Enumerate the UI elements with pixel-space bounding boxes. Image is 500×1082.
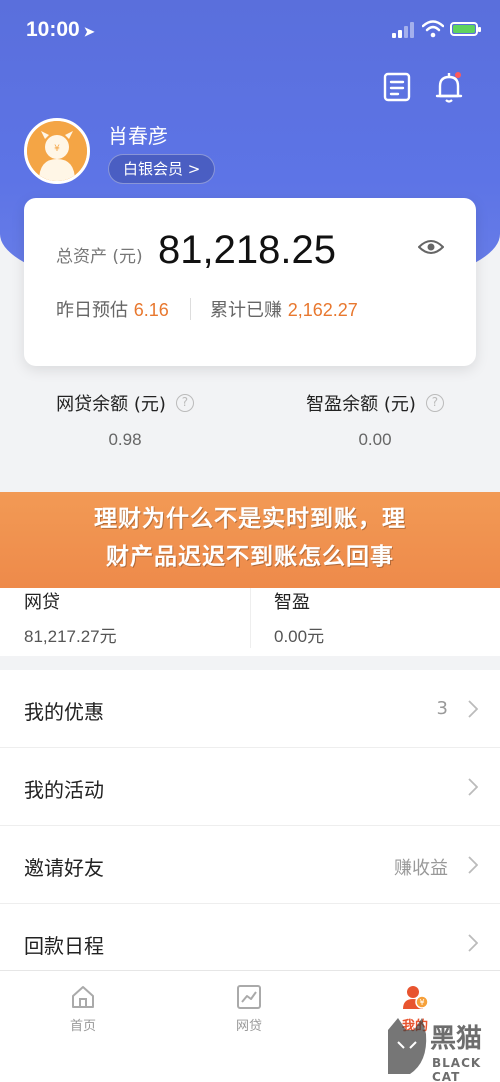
p2p-balance-label: 网贷余额 (元) <box>56 394 166 415</box>
total-assets-label: 总资产 (元) <box>56 247 143 267</box>
menu-item-label: 邀请好友 <box>24 856 104 880</box>
location-arrow-icon: ➤ <box>83 24 95 39</box>
product-p2p-value: 81,217.27元 <box>24 627 117 646</box>
promo-banner[interactable]: 理财为什么不是实时到账，理 财产品迟迟不到账怎么回事 <box>0 492 500 588</box>
status-bar: 10:00 ➤ <box>0 0 500 60</box>
user-name: 肖春彦 <box>108 124 168 148</box>
yesterday-estimate-label: 昨日预估 <box>56 300 128 321</box>
home-icon <box>72 986 94 1008</box>
product-card: 网贷 81,217.27元 智盈 0.00元 <box>0 588 500 656</box>
p2p-balance[interactable]: 网贷余额 (元)? 0.98 <box>0 390 250 450</box>
user-icon: ¥ <box>403 986 429 1009</box>
menu-item-label: 我的优惠 <box>24 700 104 724</box>
menu-item-label: 我的活动 <box>24 778 104 802</box>
menu-item-label: 回款日程 <box>24 934 104 958</box>
status-time-text: 10:00 <box>26 18 80 41</box>
chevron-right-icon <box>468 856 478 874</box>
tab-p2p[interactable]: 网贷 <box>166 983 332 1034</box>
avatar[interactable]: ¥ <box>24 118 90 184</box>
asset-card: 总资产 (元) 81,218.25 昨日预估 6.16 累计已赚 2,162.2… <box>24 198 476 366</box>
menu-item-value: 3 <box>436 698 448 719</box>
p2p-balance-value: 0.98 <box>108 430 142 449</box>
wifi-icon <box>422 20 444 38</box>
product-smart[interactable]: 智盈 0.00元 <box>250 588 500 656</box>
menu-item-invite[interactable]: 邀请好友 赚收益 <box>0 826 500 904</box>
chart-icon <box>237 985 261 1009</box>
cellular-signal-icon <box>392 22 416 38</box>
yesterday-estimate: 昨日预估 6.16 <box>56 296 169 322</box>
total-earned: 累计已赚 2,162.27 <box>210 296 358 322</box>
member-level-badge[interactable]: 白银会员 > <box>108 154 216 184</box>
balance-section: 网贷余额 (元)? 0.98 智盈余额 (元)? 0.00 <box>0 390 500 480</box>
tab-p2p-label: 网贷 <box>235 1019 262 1034</box>
product-smart-name: 智盈 <box>274 592 310 613</box>
svg-text:¥: ¥ <box>419 998 424 1007</box>
smart-balance-value: 0.00 <box>358 430 392 449</box>
chevron-right-icon <box>468 700 478 718</box>
menu-item-coupons[interactable]: 我的优惠 3 <box>0 670 500 748</box>
product-p2p-name: 网贷 <box>24 592 60 613</box>
yesterday-estimate-value: 6.16 <box>133 300 169 320</box>
total-assets-value: 81,218.25 <box>158 228 336 272</box>
bell-icon[interactable] <box>434 70 464 104</box>
product-smart-value: 0.00元 <box>274 627 325 646</box>
eye-icon[interactable] <box>418 238 444 256</box>
watermark-subtext: BLACK CAT <box>432 1056 482 1082</box>
promo-banner-line2: 财产品迟迟不到账怎么回事 <box>106 544 394 570</box>
status-time: 10:00 ➤ <box>26 18 95 42</box>
product-p2p[interactable]: 网贷 81,217.27元 <box>0 588 250 656</box>
smart-balance[interactable]: 智盈余额 (元)? 0.00 <box>250 390 500 450</box>
menu-item-value: 赚收益 <box>394 858 448 879</box>
chevron-right-icon <box>468 934 478 952</box>
help-icon[interactable]: ? <box>425 394 444 412</box>
chevron-right-icon <box>468 778 478 796</box>
bill-list-icon[interactable] <box>382 70 412 104</box>
divider <box>190 298 191 320</box>
tab-home[interactable]: 首页 <box>0 983 166 1034</box>
watermark-text: 黑猫 <box>430 1024 483 1054</box>
help-icon[interactable]: ? <box>175 394 194 412</box>
menu-item-activities[interactable]: 我的活动 <box>0 748 500 826</box>
smart-balance-label: 智盈余额 (元) <box>306 394 416 415</box>
promo-banner-line1: 理财为什么不是实时到账，理 <box>94 506 406 532</box>
tab-home-label: 首页 <box>69 1019 96 1034</box>
avatar-face-icon: ¥ <box>27 121 87 181</box>
menu-list: 我的优惠 3 我的活动 邀请好友 赚收益 回款日程 <box>0 670 500 982</box>
svg-text:¥: ¥ <box>54 144 60 154</box>
total-earned-label: 累计已赚 <box>210 300 282 321</box>
battery-icon <box>450 22 481 36</box>
total-earned-value: 2,162.27 <box>287 300 358 320</box>
